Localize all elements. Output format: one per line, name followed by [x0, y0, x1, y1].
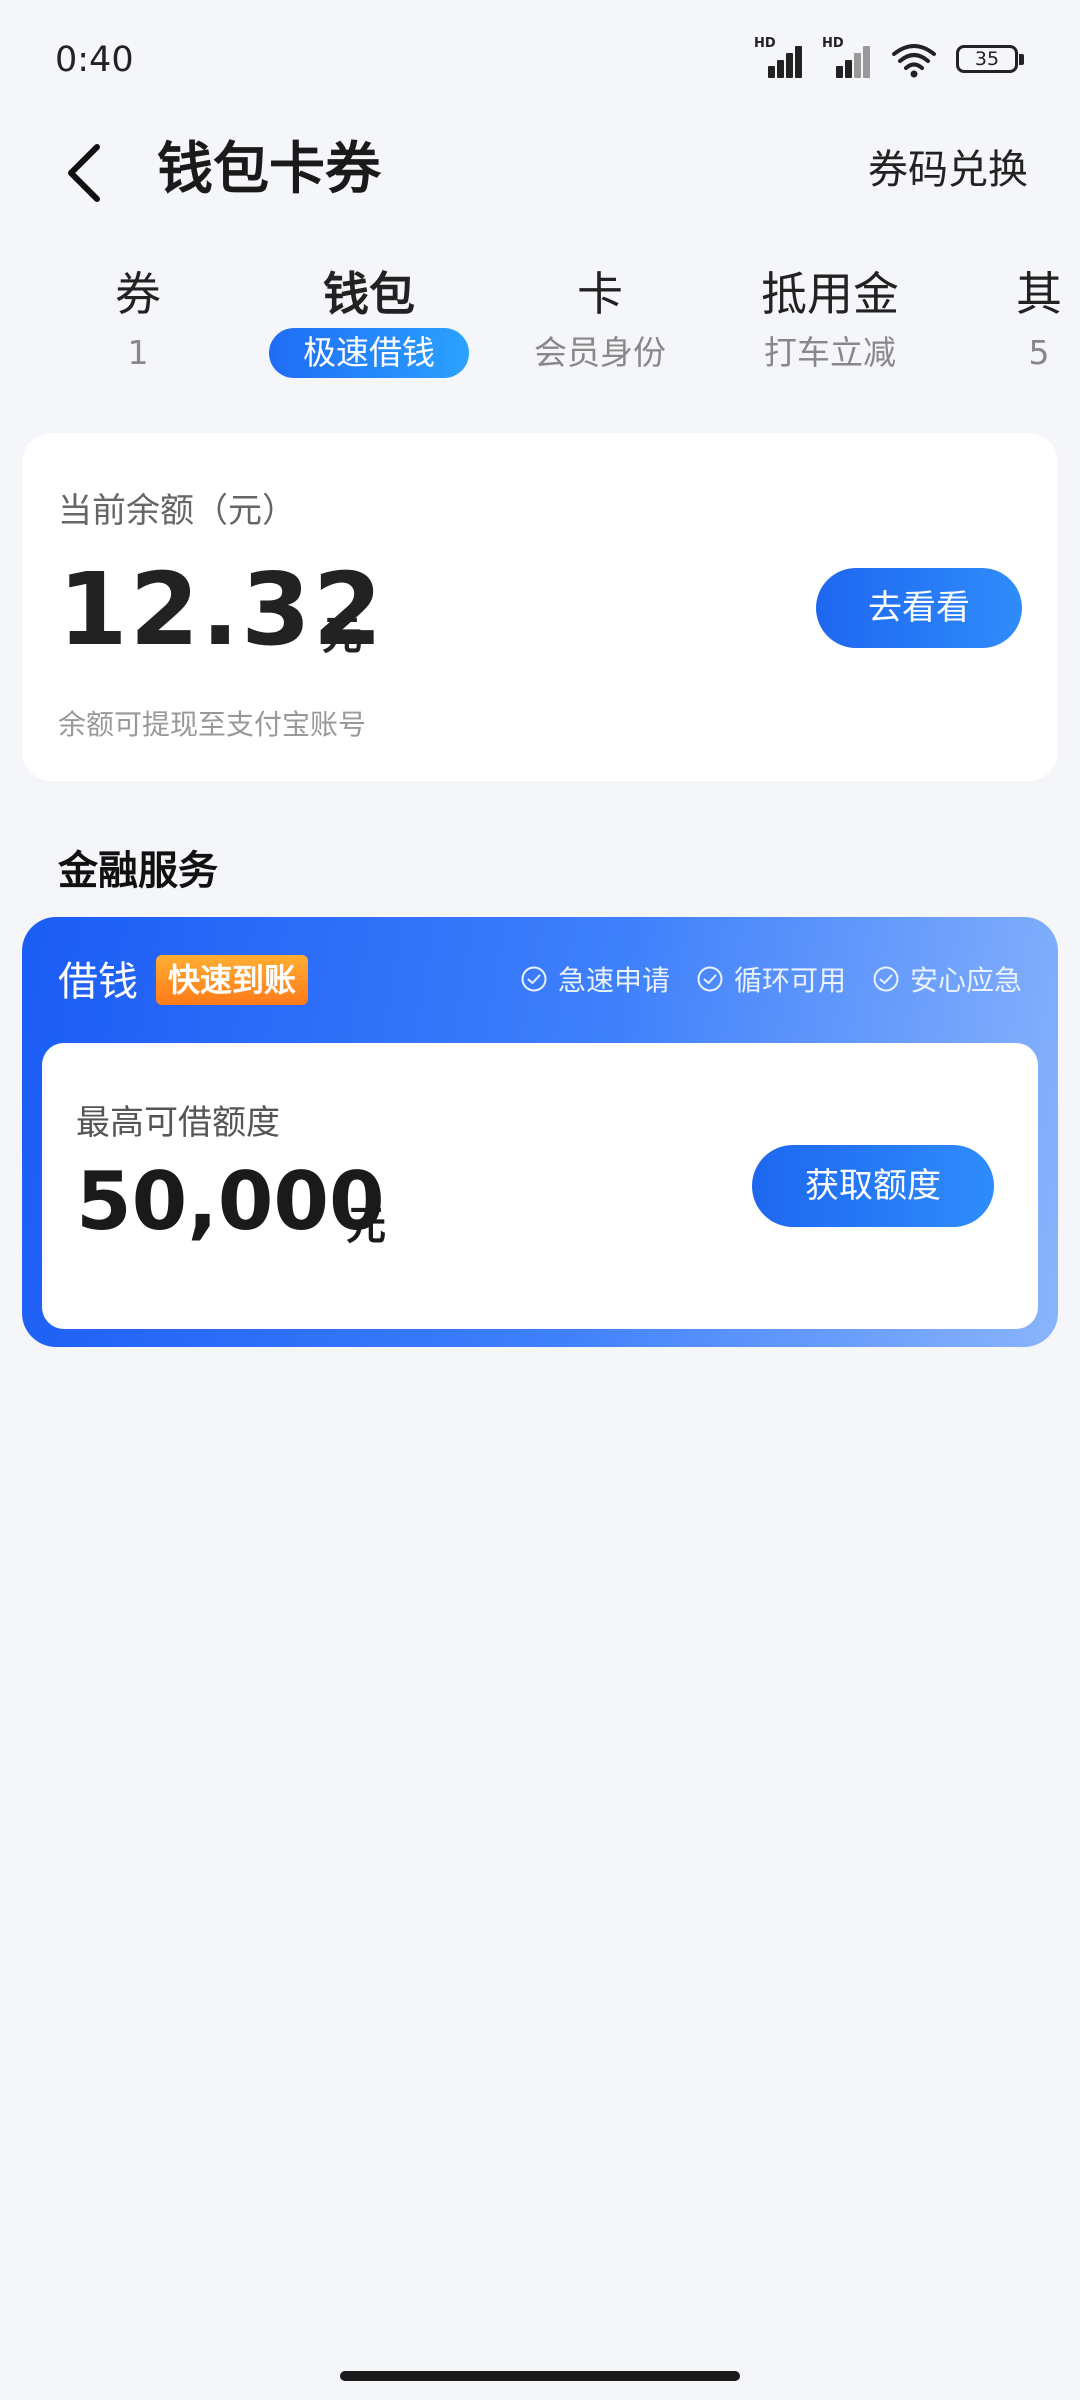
home-indicator[interactable]	[340, 2371, 740, 2381]
status-icons: HD HD 35	[754, 36, 1024, 78]
page-title: 钱包卡券	[157, 137, 381, 202]
tab-sub: 5	[1028, 333, 1050, 372]
feature-item: 急速申请	[520, 959, 670, 999]
redeem-code-button[interactable]: 券码兑换	[868, 125, 1028, 215]
signal-icon-2: HD	[822, 36, 872, 78]
tab-sub: 打车立减	[764, 333, 896, 372]
feature-label: 安心应急	[909, 964, 1022, 997]
wifi-icon	[892, 44, 936, 78]
tab-sub-badge: 极速借钱	[269, 328, 469, 378]
header: 钱包卡券 券码兑换	[0, 125, 1080, 245]
feature-item: 安心应急	[872, 959, 1022, 999]
tab-label: 钱包	[323, 267, 415, 321]
tab-label: 抵用金	[761, 267, 899, 321]
tab-other[interactable]: 其 5	[1016, 262, 1062, 378]
check-circle-icon	[697, 966, 723, 992]
get-limit-button[interactable]: 获取额度	[752, 1145, 994, 1227]
feature-label: 循环可用	[733, 964, 846, 997]
loan-card[interactable]: 借钱 快速到账 急速申请 循环可用 安心应急 最高可借额度 50,000 元 获…	[22, 917, 1058, 1347]
category-tabs: 券 1 钱包 极速借钱 卡 会员身份 抵用金 打车立减 其 5	[0, 262, 1080, 392]
tab-wallet[interactable]: 钱包 极速借钱	[269, 262, 469, 378]
check-circle-icon	[521, 966, 547, 992]
status-time: 0:40	[55, 40, 134, 80]
tab-sub: 1	[127, 333, 149, 372]
feature-item: 循环可用	[696, 959, 846, 999]
loan-limit-panel: 最高可借额度 50,000 元 获取额度	[42, 1043, 1038, 1329]
balance-note: 余额可提现至支付宝账号	[58, 708, 367, 741]
signal-icon: HD	[754, 36, 804, 78]
battery-icon: 35	[956, 45, 1024, 73]
loan-limit-label: 最高可借额度	[76, 1103, 280, 1143]
hd-label: HD	[754, 36, 776, 51]
balance-label: 当前余额（元）	[58, 491, 296, 531]
balance-unit: 元	[322, 613, 362, 659]
loan-features: 急速申请 循环可用 安心应急	[520, 959, 1022, 999]
tab-label: 卡	[577, 267, 623, 321]
tab-label: 其	[1016, 267, 1062, 321]
balance-card: 当前余额（元） 12.32 元 余额可提现至支付宝账号 去看看	[22, 433, 1058, 781]
back-icon[interactable]	[55, 131, 115, 215]
tab-coupons[interactable]: 券 1	[115, 262, 161, 378]
view-balance-button[interactable]: 去看看	[816, 568, 1022, 648]
loan-limit-amount: 50,000	[76, 1155, 385, 1248]
tab-cards[interactable]: 卡 会员身份	[534, 262, 666, 378]
tab-vouchers[interactable]: 抵用金 打车立减	[761, 262, 899, 378]
check-circle-icon	[873, 966, 899, 992]
loan-limit-unit: 元	[346, 1203, 386, 1249]
section-title: 金融服务	[58, 848, 218, 894]
tab-sub: 会员身份	[534, 333, 666, 372]
status-bar: 0:40 HD HD 35	[0, 0, 1080, 125]
hd-label-2: HD	[822, 36, 844, 51]
loan-title: 借钱	[58, 959, 138, 1005]
feature-label: 急速申请	[557, 964, 670, 997]
tab-label: 券	[115, 267, 161, 321]
fast-arrival-badge: 快速到账	[156, 955, 309, 1005]
